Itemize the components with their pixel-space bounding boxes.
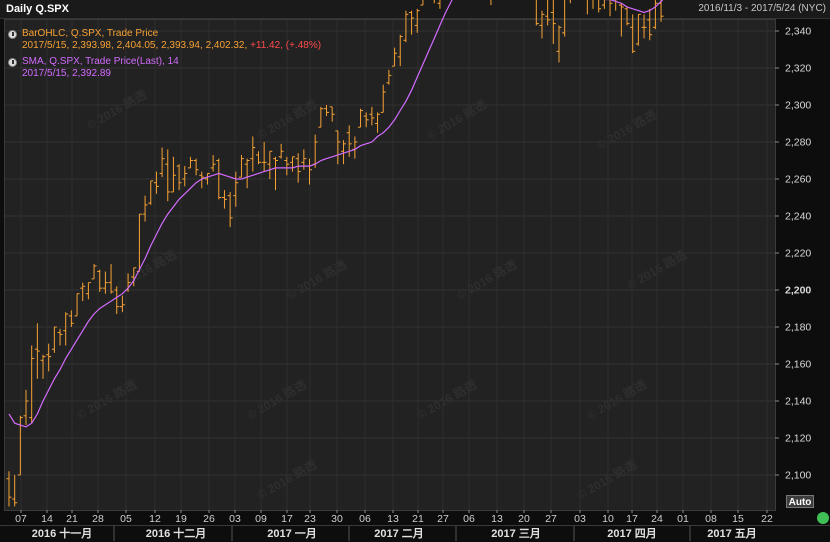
x-month-label: 2017 五月	[707, 527, 757, 540]
x-day-label: 17	[281, 513, 293, 525]
auto-scale-button[interactable]: Auto	[786, 495, 814, 508]
info-icon[interactable]	[8, 58, 17, 67]
x-day-label: 21	[66, 513, 78, 525]
legend-bar-name: BarOHLC, Q.SPX, Trade Price	[22, 28, 159, 39]
legend-sma-values: 2017/5/15, 2,392.89	[22, 68, 111, 79]
x-month-label: 2017 三月	[491, 527, 541, 540]
watermark: © 2016 路透	[414, 376, 480, 423]
x-day-label: 05	[120, 513, 132, 525]
legend-bar-change: +11.42	[250, 40, 281, 51]
x-day-label: 20	[518, 513, 530, 525]
legend-sma-name: SMA, Q.SPX, Trade Price(Last), 14	[22, 56, 179, 67]
legend-bar-high: 2,404.05	[116, 40, 156, 51]
legend-bar-open: 2,393.98	[72, 40, 111, 51]
x-day-label: 13	[387, 513, 399, 525]
legend-bar-close: 2,402.32	[205, 40, 245, 51]
watermark: © 2016 路透	[284, 256, 350, 303]
legend-bar-values: 2017/5/15, 2,393.98, 2,404.05, 2,393.94,…	[22, 40, 322, 51]
x-month-label: 2016 十二月	[146, 526, 207, 540]
x-day-label: 10	[602, 513, 614, 525]
x-month-label: 2016 十一月	[32, 526, 93, 540]
legend-bar-change-pct: (+.48%)	[285, 40, 322, 51]
y-tick-label: 2,300	[785, 100, 811, 112]
x-day-label: 27	[545, 513, 557, 525]
x-day-label: 09	[255, 513, 267, 525]
x-day-label: 07	[15, 513, 27, 525]
x-day-label: 12	[149, 513, 161, 525]
watermark: © 2016 路透	[244, 376, 310, 423]
watermark: © 2016 路透	[454, 256, 520, 303]
x-day-label: 06	[463, 513, 475, 525]
legend-bar-series[interactable]: BarOHLC, Q.SPX, Trade Price 2017/5/15, 2…	[8, 28, 322, 52]
x-day-label: 26	[203, 513, 215, 525]
ohlc-chart[interactable]: 2,100 2,120 2,140 2,160 2,180 2,200 2,220 2,240…	[0, 0, 830, 542]
legend-bar-low: 2,393.94	[161, 40, 200, 51]
x-month-label: 2017 二月	[374, 527, 424, 540]
watermark: © 2016 路透	[584, 376, 650, 423]
y-tick-label: 2,200	[785, 285, 811, 297]
x-day-label: 28	[92, 513, 104, 525]
watermark: © 2016 路透	[574, 456, 640, 503]
legend-bar-date: 2017/5/15	[22, 40, 67, 51]
legend-sma-series[interactable]: SMA, Q.SPX, Trade Price(Last), 14 2017/5…	[8, 56, 179, 80]
y-tick-label: 2,280	[785, 137, 811, 149]
watermark: © 2016 路透	[424, 96, 490, 143]
y-tick-label: 2,360	[785, 0, 811, 1]
x-day-label: 19	[175, 513, 187, 525]
y-tick-label: 2,220	[785, 248, 811, 260]
status-indicator-icon[interactable]	[817, 512, 829, 524]
x-day-label: 01	[677, 513, 689, 525]
x-month-label: 2017 一月	[267, 527, 317, 540]
x-day-label: 06	[359, 513, 371, 525]
y-tick-label: 2,340	[785, 26, 811, 38]
y-tick-label: 2,100	[785, 470, 811, 482]
x-day-label: 08	[705, 513, 717, 525]
x-day-label: 24	[651, 513, 663, 525]
legend-sma-date: 2017/5/15	[22, 68, 67, 79]
info-icon[interactable]	[8, 30, 17, 39]
y-tick-label: 2,260	[785, 174, 811, 186]
x-day-label: 30	[331, 513, 343, 525]
x-day-label: 23	[304, 513, 316, 525]
legend-sma-value: 2,392.89	[72, 68, 111, 79]
x-day-label: 21	[412, 513, 424, 525]
x-day-label: 03	[229, 513, 241, 525]
x-day-label: 17	[626, 513, 638, 525]
x-day-label: 13	[491, 513, 503, 525]
y-tick-label: 2,240	[785, 211, 811, 223]
y-tick-label: 2,320	[785, 63, 811, 75]
x-day-label: 27	[437, 513, 449, 525]
x-day-label: 14	[41, 513, 53, 525]
y-tick-label: 2,160	[785, 359, 811, 371]
watermark: © 2016 路透	[84, 86, 150, 133]
y-tick-label: 2,120	[785, 433, 811, 445]
y-tick-label: 2,180	[785, 322, 811, 334]
watermark: © 2016 路透	[74, 376, 140, 423]
x-month-label: 2017 四月	[607, 527, 657, 540]
x-day-label: 03	[574, 513, 586, 525]
x-day-label: 22	[761, 513, 773, 525]
x-day-label: 15	[732, 513, 744, 525]
y-tick-label: 2,140	[785, 396, 811, 408]
axis-divider	[0, 525, 830, 526]
watermark: © 2016 路透	[594, 106, 660, 153]
